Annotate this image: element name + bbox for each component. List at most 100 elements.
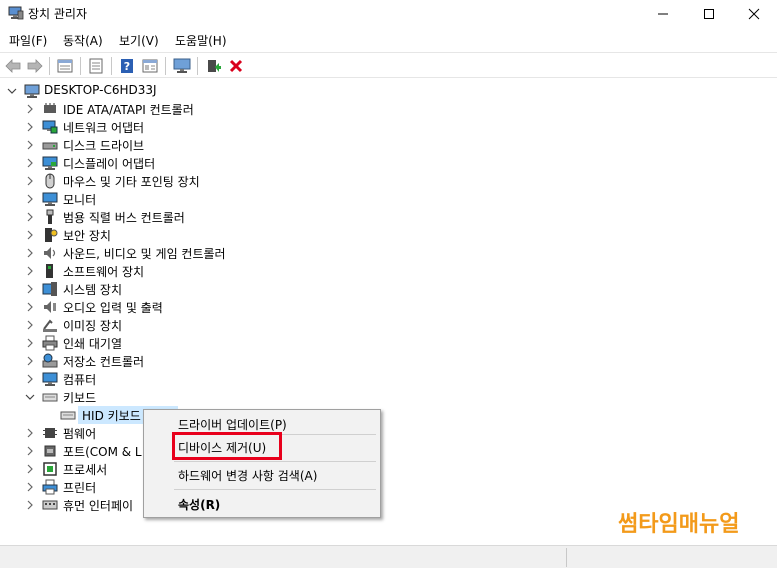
chevron-right-icon[interactable] xyxy=(24,427,36,439)
tree-item-label: 펌웨어 xyxy=(63,427,97,441)
chevron-down-icon[interactable] xyxy=(24,391,36,403)
security-device-icon xyxy=(42,227,58,243)
status-bar xyxy=(0,545,777,568)
tree-item-label: 마우스 및 기타 포인팅 장치 xyxy=(63,175,200,189)
chevron-right-icon[interactable] xyxy=(24,193,36,205)
chevron-right-icon[interactable] xyxy=(24,211,36,223)
tree-item-label: 네트워크 어댑터 xyxy=(63,121,145,135)
tree-item-label: 시스템 장치 xyxy=(63,283,123,297)
chevron-right-icon[interactable] xyxy=(24,139,36,151)
tree-item[interactable]: 오디오 입력 및 출력 xyxy=(0,298,777,316)
tree-item-label: 인쇄 대기열 xyxy=(63,337,123,351)
tree-item-label: 휴먼 인터페이 xyxy=(63,499,134,513)
tree-root-label: DESKTOP-C6HD33J xyxy=(44,83,157,97)
maximize-button[interactable] xyxy=(686,0,732,28)
storage-controller-icon xyxy=(42,353,58,369)
chevron-right-icon[interactable] xyxy=(24,319,36,331)
menu-properties[interactable]: 속성(R) xyxy=(144,492,380,514)
chevron-right-icon[interactable] xyxy=(24,175,36,187)
processor-icon xyxy=(42,461,58,477)
back-icon[interactable] xyxy=(3,56,23,76)
tree-item[interactable]: 범용 직렬 버스 컨트롤러 xyxy=(0,208,777,226)
menu-action[interactable]: 동작(A) xyxy=(63,32,103,49)
disk-drive-icon xyxy=(42,137,58,153)
tree-item[interactable]: 마우스 및 기타 포인팅 장치 xyxy=(0,172,777,190)
printer-icon xyxy=(42,479,58,495)
tree-item[interactable]: 디스플레이 어댑터 xyxy=(0,154,777,172)
tree-item[interactable]: 인쇄 대기열 xyxy=(0,334,777,352)
chevron-right-icon[interactable] xyxy=(24,157,36,169)
device-manager-app-icon xyxy=(8,6,24,20)
tree-item-label: 모니터 xyxy=(63,193,97,207)
menu-scan-hardware[interactable]: 하드웨어 변경 사항 검색(A) xyxy=(144,463,380,485)
highlight-annotation-box xyxy=(172,432,282,460)
tree-item-selected[interactable]: HID 키보드 xyxy=(0,406,777,424)
properties-grid-icon[interactable] xyxy=(55,56,75,76)
update-driver-icon[interactable] xyxy=(204,56,224,76)
menu-file[interactable]: 파일(F) xyxy=(9,32,47,49)
menu-help[interactable]: 도움말(H) xyxy=(175,32,227,49)
menu-bar: 파일(F) 동작(A) 보기(V) 도움말(H) xyxy=(0,28,777,52)
chevron-right-icon[interactable] xyxy=(24,103,36,115)
menu-item-label: 속성(R) xyxy=(178,498,221,512)
list-icon[interactable] xyxy=(86,56,106,76)
tree-item[interactable]: 프린터 xyxy=(0,478,777,496)
chevron-right-icon[interactable] xyxy=(24,499,36,511)
tree-item-label: 디스크 드라이브 xyxy=(63,139,145,153)
tree-item-label: HID 키보드 xyxy=(82,409,141,423)
tree-item[interactable]: 보안 장치 xyxy=(0,226,777,244)
menu-view[interactable]: 보기(V) xyxy=(119,32,159,49)
chevron-right-icon[interactable] xyxy=(24,265,36,277)
details-icon[interactable] xyxy=(140,56,160,76)
tree-root[interactable]: DESKTOP-C6HD33J xyxy=(0,82,777,100)
chevron-right-icon[interactable] xyxy=(24,247,36,259)
tree-item[interactable]: 사운드, 비디오 및 게임 컨트롤러 xyxy=(0,244,777,262)
hid-icon xyxy=(42,497,58,513)
chevron-right-icon[interactable] xyxy=(24,373,36,385)
device-tree: DESKTOP-C6HD33J IDE ATA/ATAPI 컨트롤러 네트워크 … xyxy=(0,79,777,545)
tree-item-label: 프린터 xyxy=(63,481,97,495)
chevron-right-icon[interactable] xyxy=(24,445,36,457)
chevron-right-icon[interactable] xyxy=(24,121,36,133)
help-icon[interactable]: ? xyxy=(117,56,137,76)
software-device-icon xyxy=(42,263,58,279)
tree-item[interactable]: 시스템 장치 xyxy=(0,280,777,298)
menu-item-label: 드라이버 업데이트(P) xyxy=(178,418,287,432)
chevron-right-icon[interactable] xyxy=(24,283,36,295)
uninstall-icon[interactable] xyxy=(226,56,246,76)
menu-update-driver[interactable]: 드라이버 업데이트(P) xyxy=(144,412,380,434)
tree-item[interactable]: 이미징 장치 xyxy=(0,316,777,334)
close-button[interactable] xyxy=(731,0,777,28)
tree-item[interactable]: 키보드 xyxy=(0,388,777,406)
toolbar: ? xyxy=(0,52,777,78)
chevron-right-icon[interactable] xyxy=(24,463,36,475)
tree-item[interactable]: 저장소 컨트롤러 xyxy=(0,352,777,370)
menu-item-label: 하드웨어 변경 사항 검색(A) xyxy=(178,469,318,483)
forward-icon[interactable] xyxy=(25,56,45,76)
tree-item[interactable]: 모니터 xyxy=(0,190,777,208)
system-device-icon xyxy=(42,281,58,297)
chevron-down-icon[interactable] xyxy=(6,85,18,97)
scan-monitor-icon[interactable] xyxy=(172,56,192,76)
svg-text:?: ? xyxy=(124,60,130,73)
tree-item[interactable]: 프로세서 xyxy=(0,460,777,478)
tree-item[interactable]: 디스크 드라이브 xyxy=(0,136,777,154)
chevron-right-icon[interactable] xyxy=(24,355,36,367)
chevron-right-icon[interactable] xyxy=(24,337,36,349)
chevron-right-icon[interactable] xyxy=(24,481,36,493)
tree-item[interactable]: 네트워크 어댑터 xyxy=(0,118,777,136)
port-icon xyxy=(42,443,58,459)
tree-item-label: 보안 장치 xyxy=(63,229,111,243)
tree-item-label: 컴퓨터 xyxy=(63,373,97,387)
tree-item[interactable]: 펌웨어 xyxy=(0,424,777,442)
tree-item[interactable]: 소프트웨어 장치 xyxy=(0,262,777,280)
tree-item[interactable]: IDE ATA/ATAPI 컨트롤러 xyxy=(0,100,777,118)
computer-icon xyxy=(42,371,58,387)
sound-icon xyxy=(42,245,58,261)
mouse-icon xyxy=(42,173,58,189)
tree-item[interactable]: 포트(COM & L xyxy=(0,442,777,460)
chevron-right-icon[interactable] xyxy=(24,301,36,313)
chevron-right-icon[interactable] xyxy=(24,229,36,241)
tree-item[interactable]: 컴퓨터 xyxy=(0,370,777,388)
minimize-button[interactable] xyxy=(640,0,686,28)
